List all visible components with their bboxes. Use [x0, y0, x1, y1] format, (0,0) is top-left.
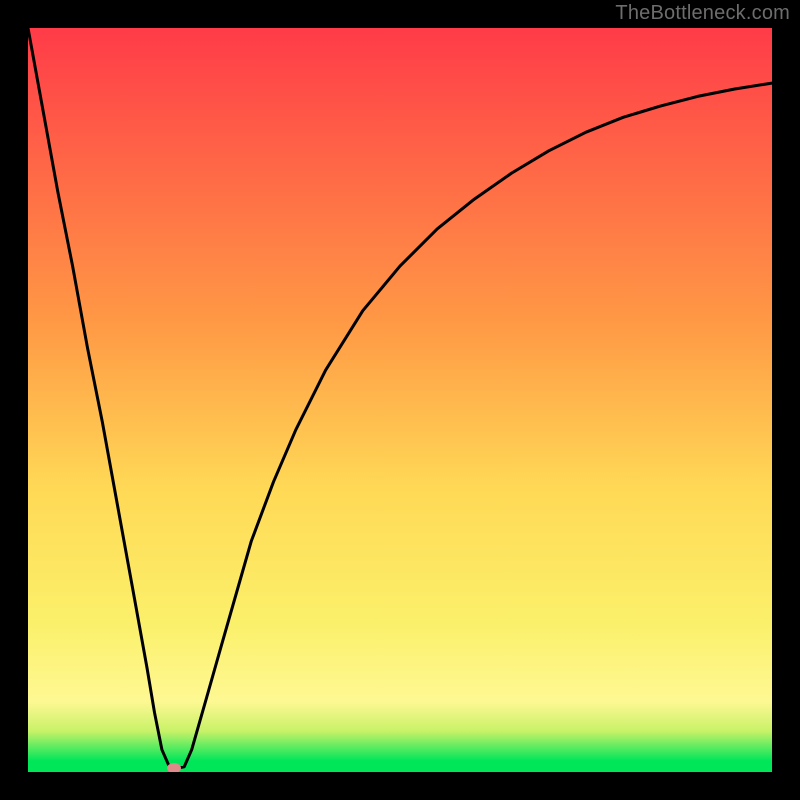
bottleneck-curve [28, 28, 772, 772]
optimal-point-marker [167, 763, 181, 772]
plot-area [28, 28, 772, 772]
chart-frame: TheBottleneck.com [0, 0, 800, 800]
watermark-text: TheBottleneck.com [615, 2, 790, 25]
